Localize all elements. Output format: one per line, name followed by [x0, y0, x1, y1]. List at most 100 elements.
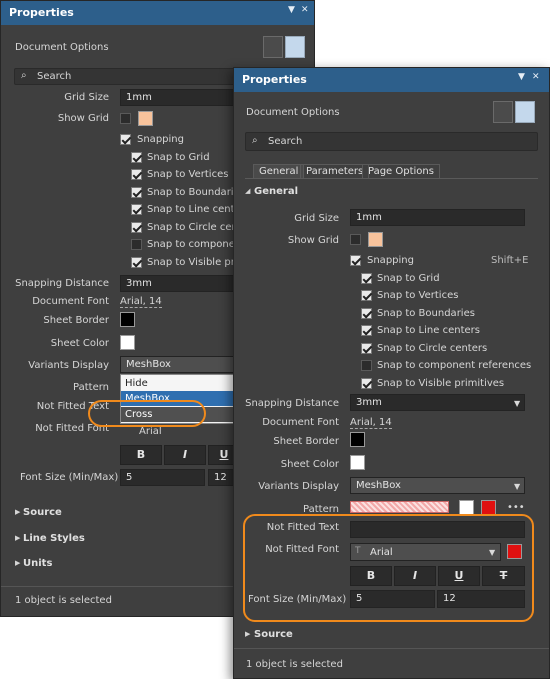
search-icon: ⌕: [21, 70, 27, 81]
font-select-value[interactable]: Arial: [139, 426, 162, 437]
search-input[interactable]: ⌕ Search: [245, 132, 538, 151]
select-filter-icon[interactable]: [515, 101, 535, 123]
sheet-color-label: Sheet Color: [50, 338, 109, 349]
grid-size-field[interactable]: 1mm: [350, 209, 525, 226]
snapping-label: Snapping: [137, 134, 184, 145]
dropdown-option-hide[interactable]: Hide: [121, 376, 239, 391]
snap-item-label: Snap to Boundaries: [147, 187, 245, 198]
properties-panel-front: Properties ▼ ✕ Document Options ⌕ Search…: [233, 67, 550, 679]
snap-vertices-checkbox[interactable]: [361, 290, 372, 301]
snap-line-checkbox[interactable]: [361, 325, 372, 336]
snap-component-checkbox[interactable]: [361, 360, 372, 371]
tab-general[interactable]: General: [253, 164, 305, 179]
menu-arrow-icon[interactable]: ▼: [518, 72, 525, 82]
section-general[interactable]: General: [254, 186, 298, 197]
font-size-min[interactable]: 5: [120, 469, 205, 486]
document-font-value[interactable]: Arial, 14: [120, 296, 162, 308]
snap-visible-checkbox[interactable]: [361, 378, 372, 389]
snapping-distance-label: Snapping Distance: [15, 278, 109, 289]
document-font-label: Document Font: [32, 296, 109, 307]
show-grid-checkbox[interactable]: [120, 113, 131, 124]
tab-page-options[interactable]: Page Options: [362, 164, 440, 179]
snap-boundaries-checkbox[interactable]: [131, 187, 142, 198]
chevron-down-icon[interactable]: ▼: [514, 482, 520, 491]
snap-item-label: Snap to Grid: [147, 152, 210, 163]
italic-button[interactable]: I: [164, 445, 206, 465]
pattern-preview[interactable]: [350, 501, 449, 513]
section-line-styles[interactable]: Line Styles: [23, 533, 85, 544]
font-size-label: Font Size (Min/Max): [20, 472, 119, 483]
document-font-value[interactable]: Arial, 14: [350, 417, 392, 429]
snap-item-label: Snap to Line centers: [377, 325, 480, 336]
pattern-label: Pattern: [73, 382, 109, 393]
snap-boundaries-checkbox[interactable]: [361, 308, 372, 319]
snapping-checkbox[interactable]: [120, 134, 131, 145]
snapping-distance-field[interactable]: 3mm: [350, 394, 525, 411]
snap-item-label: Snap to component references: [377, 360, 532, 371]
grid-color-swatch[interactable]: [368, 232, 383, 247]
chevron-down-icon[interactable]: ▼: [514, 399, 520, 408]
snap-component-checkbox[interactable]: [131, 239, 142, 250]
show-grid-label: Show Grid: [57, 113, 109, 124]
pattern-bg-swatch[interactable]: [459, 500, 474, 515]
close-icon[interactable]: ✕: [532, 72, 540, 82]
section-source[interactable]: Source: [23, 507, 62, 518]
snap-item-label: Snap to Line center: [147, 204, 245, 215]
show-grid-checkbox[interactable]: [350, 234, 361, 245]
snap-circle-checkbox[interactable]: [131, 222, 142, 233]
variants-display-select[interactable]: MeshBox: [350, 477, 525, 494]
snapping-distance-label: Snapping Distance: [245, 398, 339, 409]
collapse-icon[interactable]: ◢: [245, 187, 250, 195]
panel-title: Properties: [242, 73, 307, 86]
panel-title: Properties: [9, 6, 74, 19]
bold-button[interactable]: B: [120, 445, 162, 465]
sheet-border-swatch[interactable]: [120, 312, 135, 327]
variants-display-select[interactable]: MeshBox: [120, 356, 240, 373]
sheet-border-swatch[interactable]: [350, 432, 365, 447]
close-icon[interactable]: ✕: [301, 5, 309, 15]
expand-icon[interactable]: ▶: [15, 508, 20, 516]
snapping-checkbox[interactable]: [350, 255, 361, 266]
menu-arrow-icon[interactable]: ▼: [288, 5, 295, 15]
section-units[interactable]: Units: [23, 558, 52, 569]
doc-options-label: Document Options: [246, 107, 340, 118]
snapping-shortcut: Shift+E: [491, 255, 529, 266]
divider: [234, 648, 549, 649]
snap-item-label: Snap to Boundaries: [377, 308, 475, 319]
more-options-icon[interactable]: •••: [507, 502, 525, 513]
pattern-fg-swatch[interactable]: [481, 500, 496, 515]
filter-icon[interactable]: [263, 36, 283, 58]
variants-display-label: Variants Display: [258, 481, 339, 492]
variants-display-label: Variants Display: [28, 360, 109, 371]
snap-grid-checkbox[interactable]: [361, 273, 372, 284]
sheet-color-swatch[interactable]: [120, 335, 135, 350]
status-text: 1 object is selected: [246, 659, 343, 670]
sheet-color-swatch[interactable]: [350, 455, 365, 470]
snap-visible-checkbox[interactable]: [131, 257, 142, 268]
sheet-border-label: Sheet Border: [273, 436, 339, 447]
filter-icon[interactable]: [493, 101, 513, 123]
snap-item-label: Snap to Vertices: [377, 290, 459, 301]
expand-icon[interactable]: ▶: [15, 559, 20, 567]
snap-vertices-checkbox[interactable]: [131, 169, 142, 180]
grid-size-label: Grid Size: [64, 92, 109, 103]
grid-color-swatch[interactable]: [138, 111, 153, 126]
snapping-distance-field[interactable]: 3mm: [120, 275, 240, 292]
snap-circle-checkbox[interactable]: [361, 343, 372, 354]
grid-size-field[interactable]: 1mm: [120, 89, 240, 106]
sheet-border-label: Sheet Border: [43, 315, 109, 326]
grid-size-label: Grid Size: [294, 213, 339, 224]
tab-parameters[interactable]: Parameters: [300, 164, 370, 179]
not-fitted-highlight: [243, 514, 534, 622]
snap-item-label: Snap to componen: [147, 239, 242, 250]
expand-icon[interactable]: ▶: [245, 630, 250, 638]
snap-line-checkbox[interactable]: [131, 204, 142, 215]
select-filter-icon[interactable]: [285, 36, 305, 58]
snap-grid-checkbox[interactable]: [131, 152, 142, 163]
snap-item-label: Snap to Circle centers: [377, 343, 488, 354]
title-bar: Properties ▼ ✕: [1, 1, 314, 25]
status-text: 1 object is selected: [15, 595, 112, 606]
section-source[interactable]: Source: [254, 629, 293, 640]
expand-icon[interactable]: ▶: [15, 534, 20, 542]
snapping-label: Snapping: [367, 255, 414, 266]
